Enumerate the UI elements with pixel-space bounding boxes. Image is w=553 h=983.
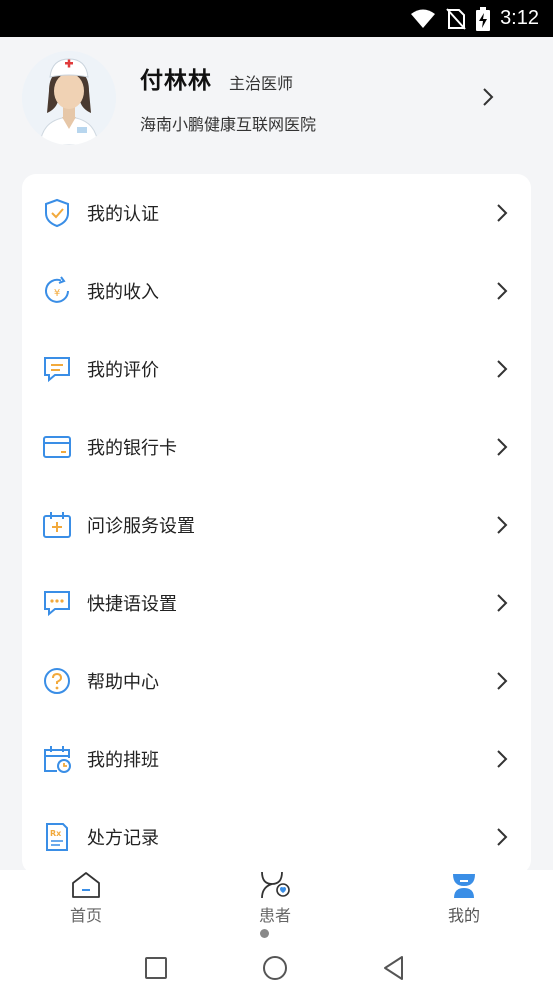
- schedule-icon: [42, 744, 72, 774]
- menu-item-label: 我的评价: [87, 360, 159, 381]
- menu-item-label: 我的收入: [87, 282, 159, 303]
- menu-item-label: 快捷语设置: [87, 594, 177, 615]
- chevron-right-icon: [497, 672, 508, 690]
- system-nav-bar: [0, 940, 553, 983]
- profile-header[interactable]: 付林林 主治医师 海南小鹏健康互联网医院: [0, 37, 553, 165]
- comment-icon: [42, 354, 72, 384]
- tab-label: 我的: [447, 906, 480, 925]
- hospital-name: 海南小鹏健康互联网医院: [140, 115, 317, 134]
- home-icon: [69, 870, 103, 900]
- menu-item-schedule[interactable]: 我的排班: [22, 720, 531, 798]
- menu-item-label: 帮助中心: [87, 672, 159, 693]
- doctor-name: 付林林: [140, 68, 212, 94]
- patient-icon: [258, 870, 292, 900]
- calendar-plus-icon: [42, 510, 72, 540]
- no-sim-icon: [446, 7, 466, 30]
- my-icon: [447, 870, 481, 900]
- income-icon: ¥: [42, 276, 72, 306]
- menu-item-label: 我的认证: [87, 204, 159, 225]
- menu-item-prescription-records[interactable]: Rx 处方记录: [22, 798, 531, 874]
- bottom-tab-bar: 首页 患者 我的: [0, 870, 553, 940]
- menu-item-quick-reply-settings[interactable]: 快捷语设置: [22, 564, 531, 642]
- page-indicator-dot: [260, 929, 269, 938]
- avatar[interactable]: [22, 51, 116, 145]
- menu-item-label: 问诊服务设置: [87, 516, 195, 537]
- menu-item-income[interactable]: ¥ 我的收入: [22, 252, 531, 330]
- chevron-right-icon: [497, 594, 508, 612]
- menu-item-label: 我的排班: [87, 750, 159, 771]
- status-bar: 3:12: [0, 0, 553, 37]
- chevron-right-icon: [497, 750, 508, 768]
- bank-card-icon: [42, 432, 72, 462]
- menu-item-reviews[interactable]: 我的评价: [22, 330, 531, 408]
- chevron-right-icon: [497, 282, 508, 300]
- back-icon[interactable]: [380, 954, 408, 982]
- shield-check-icon: [42, 198, 72, 228]
- menu-item-help-center[interactable]: 帮助中心: [22, 642, 531, 720]
- chevron-right-icon: [497, 828, 508, 846]
- svg-text:¥: ¥: [54, 288, 60, 299]
- help-icon: [42, 666, 72, 696]
- recents-icon[interactable]: [142, 954, 170, 982]
- chevron-right-icon: [497, 516, 508, 534]
- menu-card: 我的认证 ¥ 我的收入 我的评价 我的银行卡 问诊服务设置 快捷语设置 帮助中心…: [22, 174, 531, 874]
- prescription-icon: Rx: [42, 822, 72, 852]
- battery-charging-icon: [476, 6, 491, 31]
- tab-label: 首页: [69, 906, 102, 925]
- chat-dots-icon: [42, 588, 72, 618]
- chevron-right-icon: [497, 204, 508, 222]
- doctor-title: 主治医师: [229, 74, 294, 93]
- tab-label: 患者: [258, 906, 291, 925]
- tab-patients[interactable]: 患者: [215, 870, 335, 932]
- tab-mine[interactable]: 我的: [404, 870, 524, 932]
- menu-item-label: 我的银行卡: [87, 438, 177, 459]
- menu-item-consultation-settings[interactable]: 问诊服务设置: [22, 486, 531, 564]
- chevron-right-icon: [497, 360, 508, 378]
- menu-item-certification[interactable]: 我的认证: [22, 174, 531, 252]
- chevron-right-icon: [497, 438, 508, 456]
- tab-home[interactable]: 首页: [26, 870, 146, 932]
- menu-item-label: 处方记录: [87, 828, 159, 849]
- status-time: 3:12: [500, 7, 539, 29]
- home-circle-icon[interactable]: [261, 954, 289, 982]
- menu-item-bank-card[interactable]: 我的银行卡: [22, 408, 531, 486]
- wifi-icon: [410, 9, 436, 29]
- svg-text:Rx: Rx: [50, 829, 62, 838]
- chevron-right-icon[interactable]: [478, 85, 498, 109]
